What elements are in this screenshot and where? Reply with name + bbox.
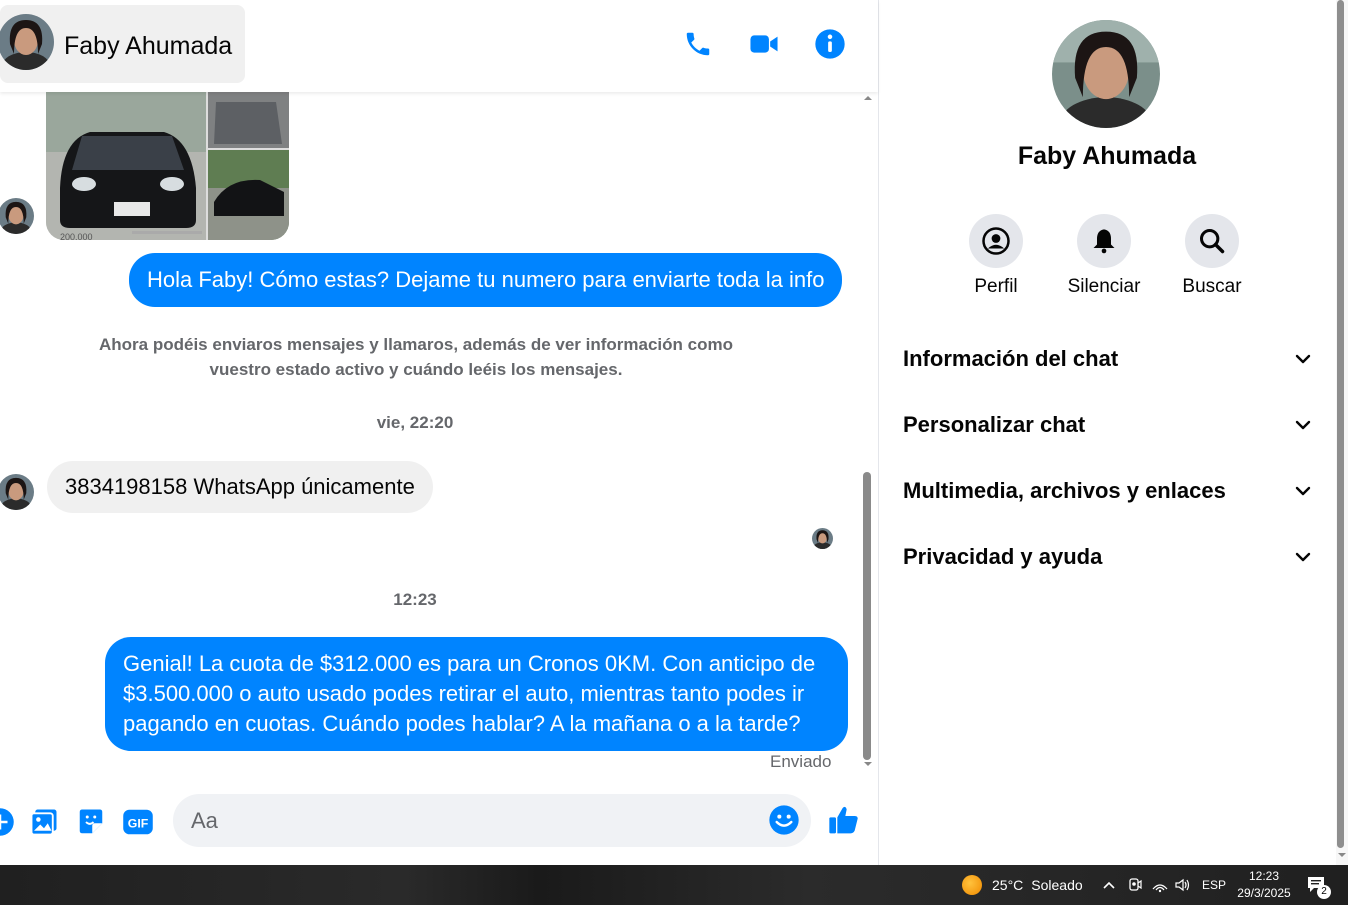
clock-date: 29/3/2025 (1237, 886, 1291, 900)
profile-icon (982, 227, 1010, 255)
speaker-icon (1175, 878, 1190, 892)
profile-label: Perfil (974, 276, 1018, 297)
chevron-down-icon (1295, 354, 1311, 364)
more-actions-button[interactable] (0, 806, 16, 838)
shared-photo-grid[interactable] (46, 92, 289, 240)
scroll-up-arrow-icon[interactable] (863, 94, 873, 102)
section-label: Información del chat (903, 346, 1119, 371)
outgoing-message[interactable]: Genial! La cuota de $312.000 es para un … (105, 637, 848, 751)
chevron-up-icon (1103, 881, 1115, 889)
weather-widget[interactable]: 25°C Soleado (962, 865, 1083, 905)
video-call-button[interactable] (748, 28, 780, 60)
page-scroll-thumb[interactable] (1337, 0, 1344, 848)
timestamp-separator: 12:23 (393, 590, 437, 609)
network-button[interactable] (1151, 865, 1169, 905)
composer: GIF (0, 780, 878, 865)
profile-button[interactable] (969, 214, 1023, 268)
profile-avatar[interactable] (1052, 20, 1160, 128)
delivery-status: Enviado (770, 752, 832, 771)
sticker-icon (79, 809, 103, 834)
chevron-down-icon (1295, 552, 1311, 562)
section-chat-info[interactable]: Información del chat (903, 339, 1313, 379)
clock-time: 12:23 (1248, 869, 1280, 883)
photo-caption-partial: 200.000 (60, 232, 93, 242)
weather-text: Soleado (1031, 877, 1083, 893)
volume-button[interactable] (1174, 865, 1192, 905)
section-media-files-links[interactable]: Multimedia, archivos y enlaces (903, 471, 1313, 511)
section-label: Privacidad y ayuda (903, 544, 1103, 569)
wifi-icon (1152, 884, 1168, 893)
chevron-down-icon (1295, 486, 1311, 496)
gif-button[interactable]: GIF (122, 806, 154, 838)
sticker-button[interactable] (75, 806, 107, 838)
scroll-down-arrow-icon[interactable] (863, 760, 873, 768)
mute-button[interactable] (1077, 214, 1131, 268)
system-clock[interactable]: 12:23 29/3/2025 (1236, 868, 1292, 902)
mute-label: Silenciar (1067, 276, 1141, 297)
video-camera-icon (750, 35, 778, 53)
search-in-chat-button[interactable] (1185, 214, 1239, 268)
sender-avatar[interactable] (0, 198, 34, 234)
photo-gallery-icon (30, 809, 57, 836)
windows-taskbar: 25°C Soleado ESP 12:23 29/3/2025 2 (0, 865, 1348, 905)
gif-icon: GIF (123, 809, 153, 835)
webcam-icon (1129, 878, 1142, 891)
search-label: Buscar (1182, 276, 1242, 297)
section-label: Personalizar chat (903, 412, 1086, 437)
chat-window: Faby Ahumada 200.000 Hola Faby! Cómo est… (0, 0, 878, 865)
like-button[interactable] (828, 804, 860, 836)
message-list[interactable]: 200.000 Hola Faby! Cómo estas? Dejame tu… (0, 92, 862, 780)
search-icon (1199, 228, 1225, 254)
chevron-down-icon (1295, 420, 1311, 430)
timestamp-separator: vie, 22:20 (376, 413, 454, 432)
thumbs-up-icon (829, 806, 858, 834)
seen-receipt-avatar (812, 528, 833, 549)
plus-circle-icon (0, 808, 14, 836)
contact-name: Faby Ahumada (64, 32, 233, 60)
audio-call-button[interactable] (682, 28, 714, 60)
incoming-message[interactable]: 3834198158 WhatsApp únicamente (47, 461, 433, 513)
message-input[interactable] (173, 794, 811, 847)
section-customize-chat[interactable]: Personalizar chat (903, 405, 1313, 445)
message-scroll-thumb[interactable] (863, 472, 871, 760)
system-notice: Ahora podéis enviaros mensajes y llamaro… (99, 335, 733, 379)
attach-photo-button[interactable] (28, 806, 60, 838)
sender-avatar[interactable] (0, 474, 34, 510)
show-hidden-icons-button[interactable] (1102, 865, 1116, 905)
meet-now-button[interactable] (1127, 865, 1143, 905)
outgoing-message[interactable]: Hola Faby! Cómo estas? Dejame tu numero … (129, 253, 843, 307)
emoji-button[interactable] (768, 804, 800, 836)
conversation-info-button[interactable] (814, 28, 846, 60)
smiley-icon (769, 805, 799, 835)
notification-count-badge: 2 (1317, 885, 1331, 899)
input-language[interactable]: ESP (1202, 865, 1226, 905)
contact-avatar[interactable] (0, 14, 54, 70)
svg-text:GIF: GIF (128, 817, 149, 831)
page-scroll-down-arrow-icon[interactable] (1337, 851, 1347, 859)
notification-center-button[interactable]: 2 (1306, 865, 1331, 905)
chat-header: Faby Ahumada (0, 0, 878, 92)
phone-icon (686, 32, 710, 56)
weather-temp: 25°C (992, 877, 1024, 893)
info-icon (815, 29, 845, 59)
bell-icon (1093, 229, 1115, 254)
contact-chip[interactable]: Faby Ahumada (0, 5, 245, 83)
section-privacy-help[interactable]: Privacidad y ayuda (903, 537, 1313, 577)
section-label: Multimedia, archivos y enlaces (903, 478, 1226, 503)
profile-name: Faby Ahumada (1017, 142, 1197, 170)
sun-icon (962, 875, 982, 895)
